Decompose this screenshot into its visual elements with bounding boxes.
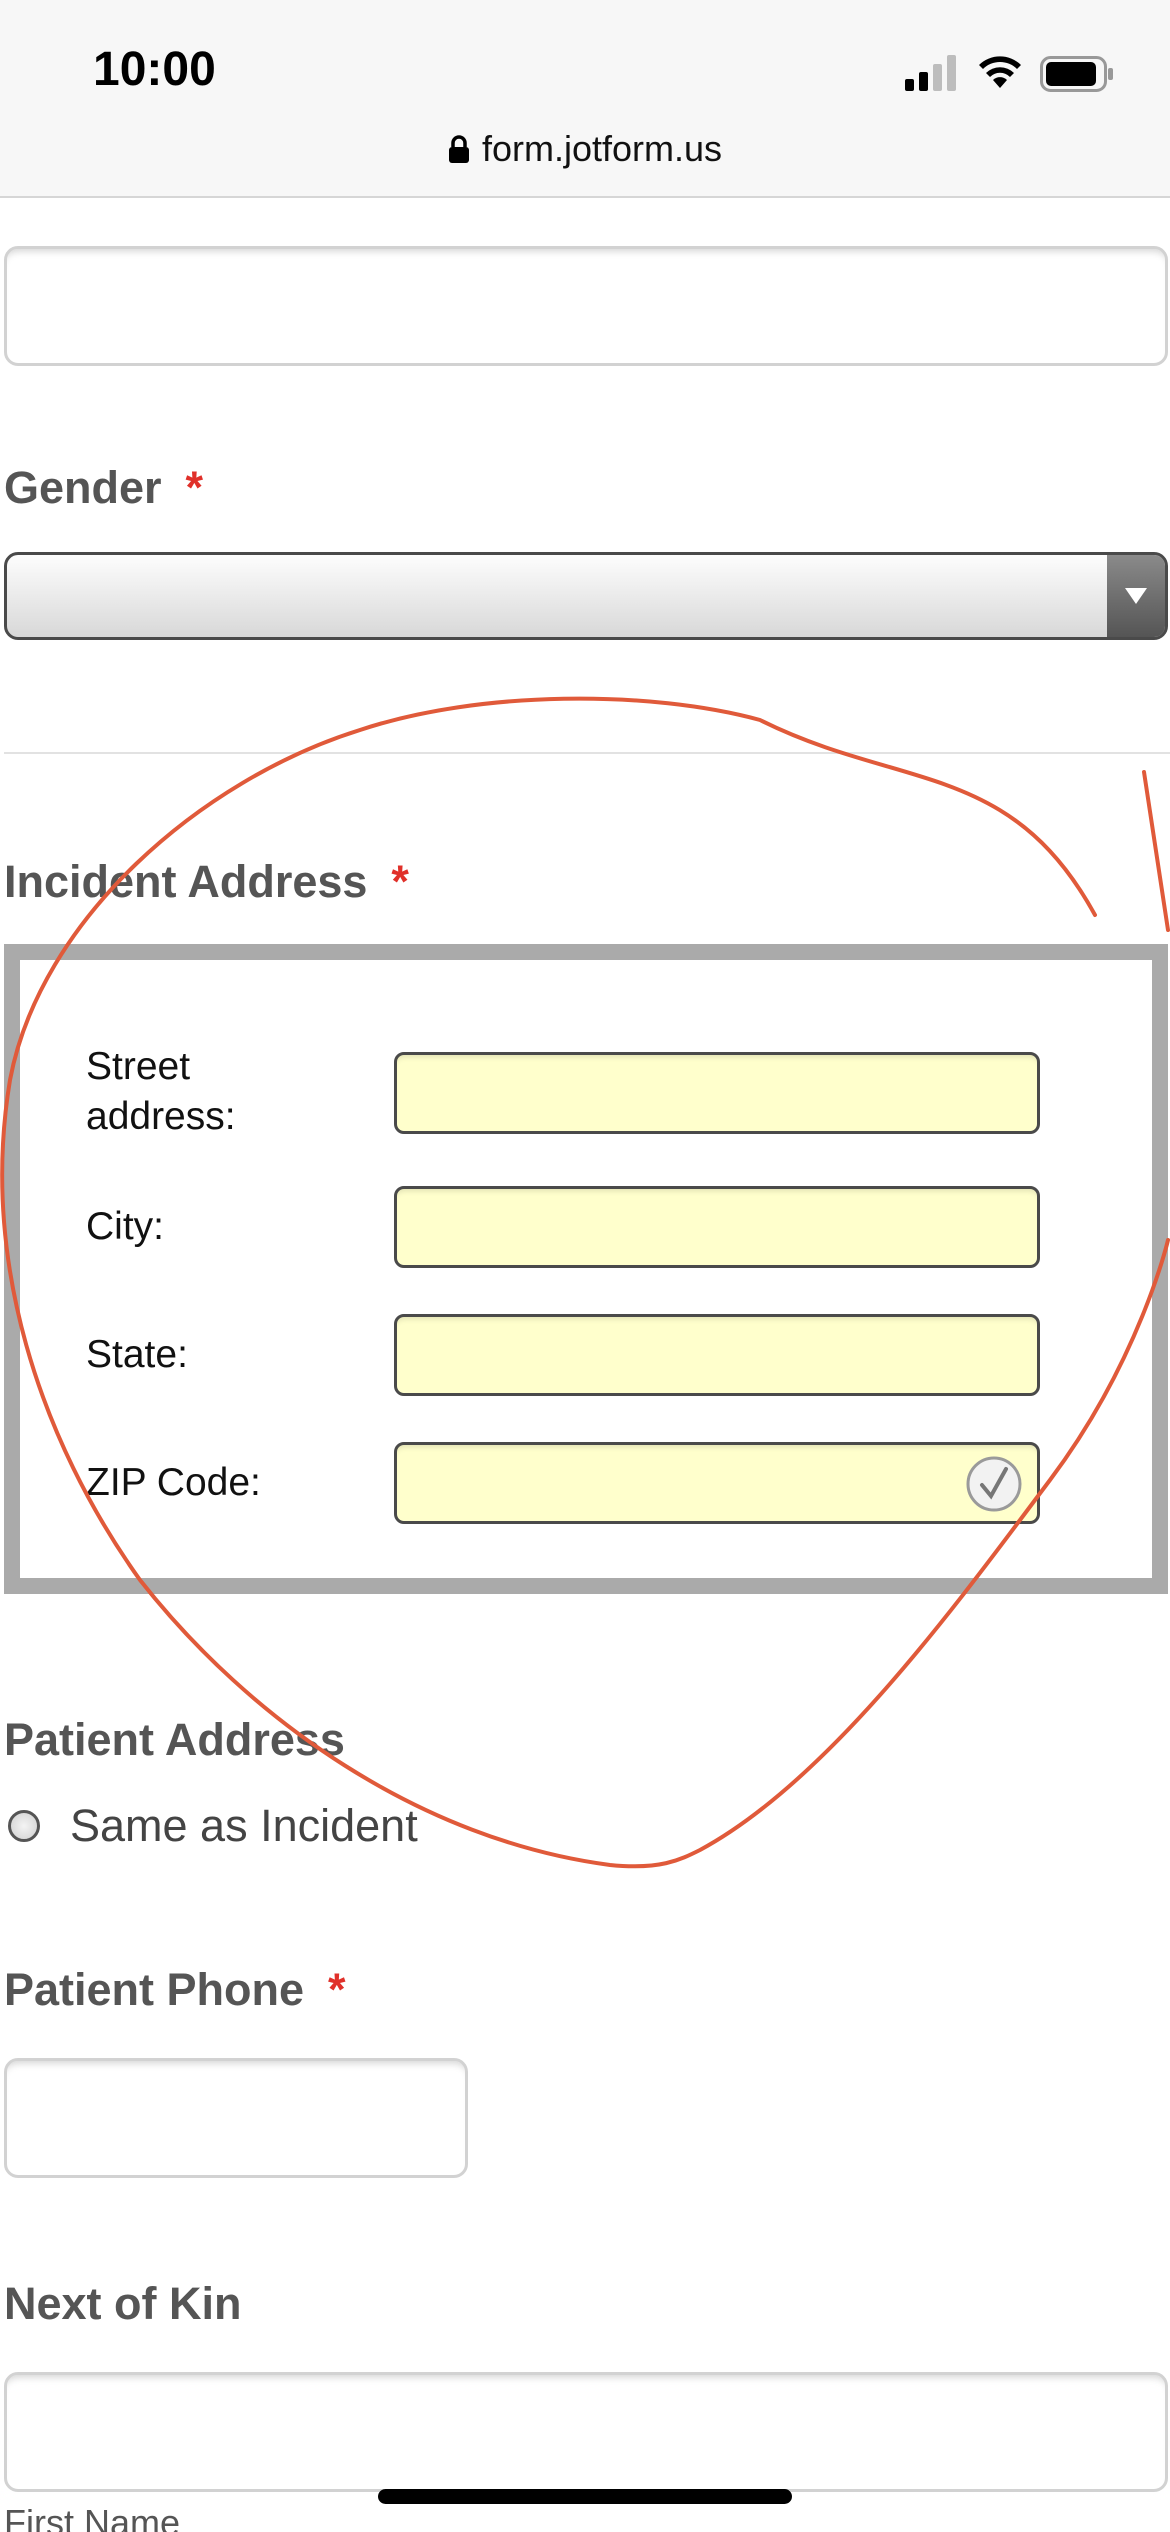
patient-address-label: Patient Address [4,1714,345,1765]
checkmark-icon [965,1456,1023,1517]
battery-icon [1040,56,1114,97]
patient-phone-input[interactable] [4,2058,468,2178]
wifi-icon [975,52,1025,95]
state-input[interactable] [394,1314,1040,1396]
home-indicator [378,2489,792,2504]
street-address-input[interactable] [394,1052,1040,1134]
city-label: City: [86,1205,164,1248]
incident-address-box: Street address: City: State: ZIP Code: [4,944,1168,1594]
city-input[interactable] [394,1186,1040,1268]
first-name-sublabel: First Name [4,2502,181,2532]
incident-address-label: Incident Address * [4,856,409,907]
street-address-label: Street address: [86,1045,236,1138]
patient-phone-label: Patient Phone * [4,1964,346,2015]
chevron-down-icon[interactable] [1107,555,1165,637]
zip-code-input[interactable] [394,1442,1040,1524]
same-as-incident-label[interactable]: Same as Incident [70,1800,418,1852]
section-divider [4,752,1170,754]
required-mark: * [185,462,204,513]
required-mark: * [391,856,409,907]
lock-icon [448,131,470,173]
same-as-incident-radio[interactable] [8,1810,40,1842]
previous-field-input[interactable] [4,246,1168,366]
zip-code-label: ZIP Code: [86,1461,261,1504]
signal-icon [905,55,959,96]
gender-select[interactable] [4,552,1168,640]
url-bar[interactable]: form.jotform.us [0,128,1170,173]
status-time: 10:00 [93,43,216,96]
browser-top-bar: 10:00 form.jotform.us [0,0,1170,198]
url-text: form.jotform.us [481,128,723,169]
state-label: State: [86,1333,188,1376]
page: 10:00 form.jotform.us Gender * Incident … [0,0,1170,2532]
gender-label: Gender * [4,462,204,513]
next-of-kin-label: Next of Kin [4,2278,242,2329]
required-mark: * [328,1964,346,2015]
next-of-kin-first-name-input[interactable] [4,2372,1168,2492]
